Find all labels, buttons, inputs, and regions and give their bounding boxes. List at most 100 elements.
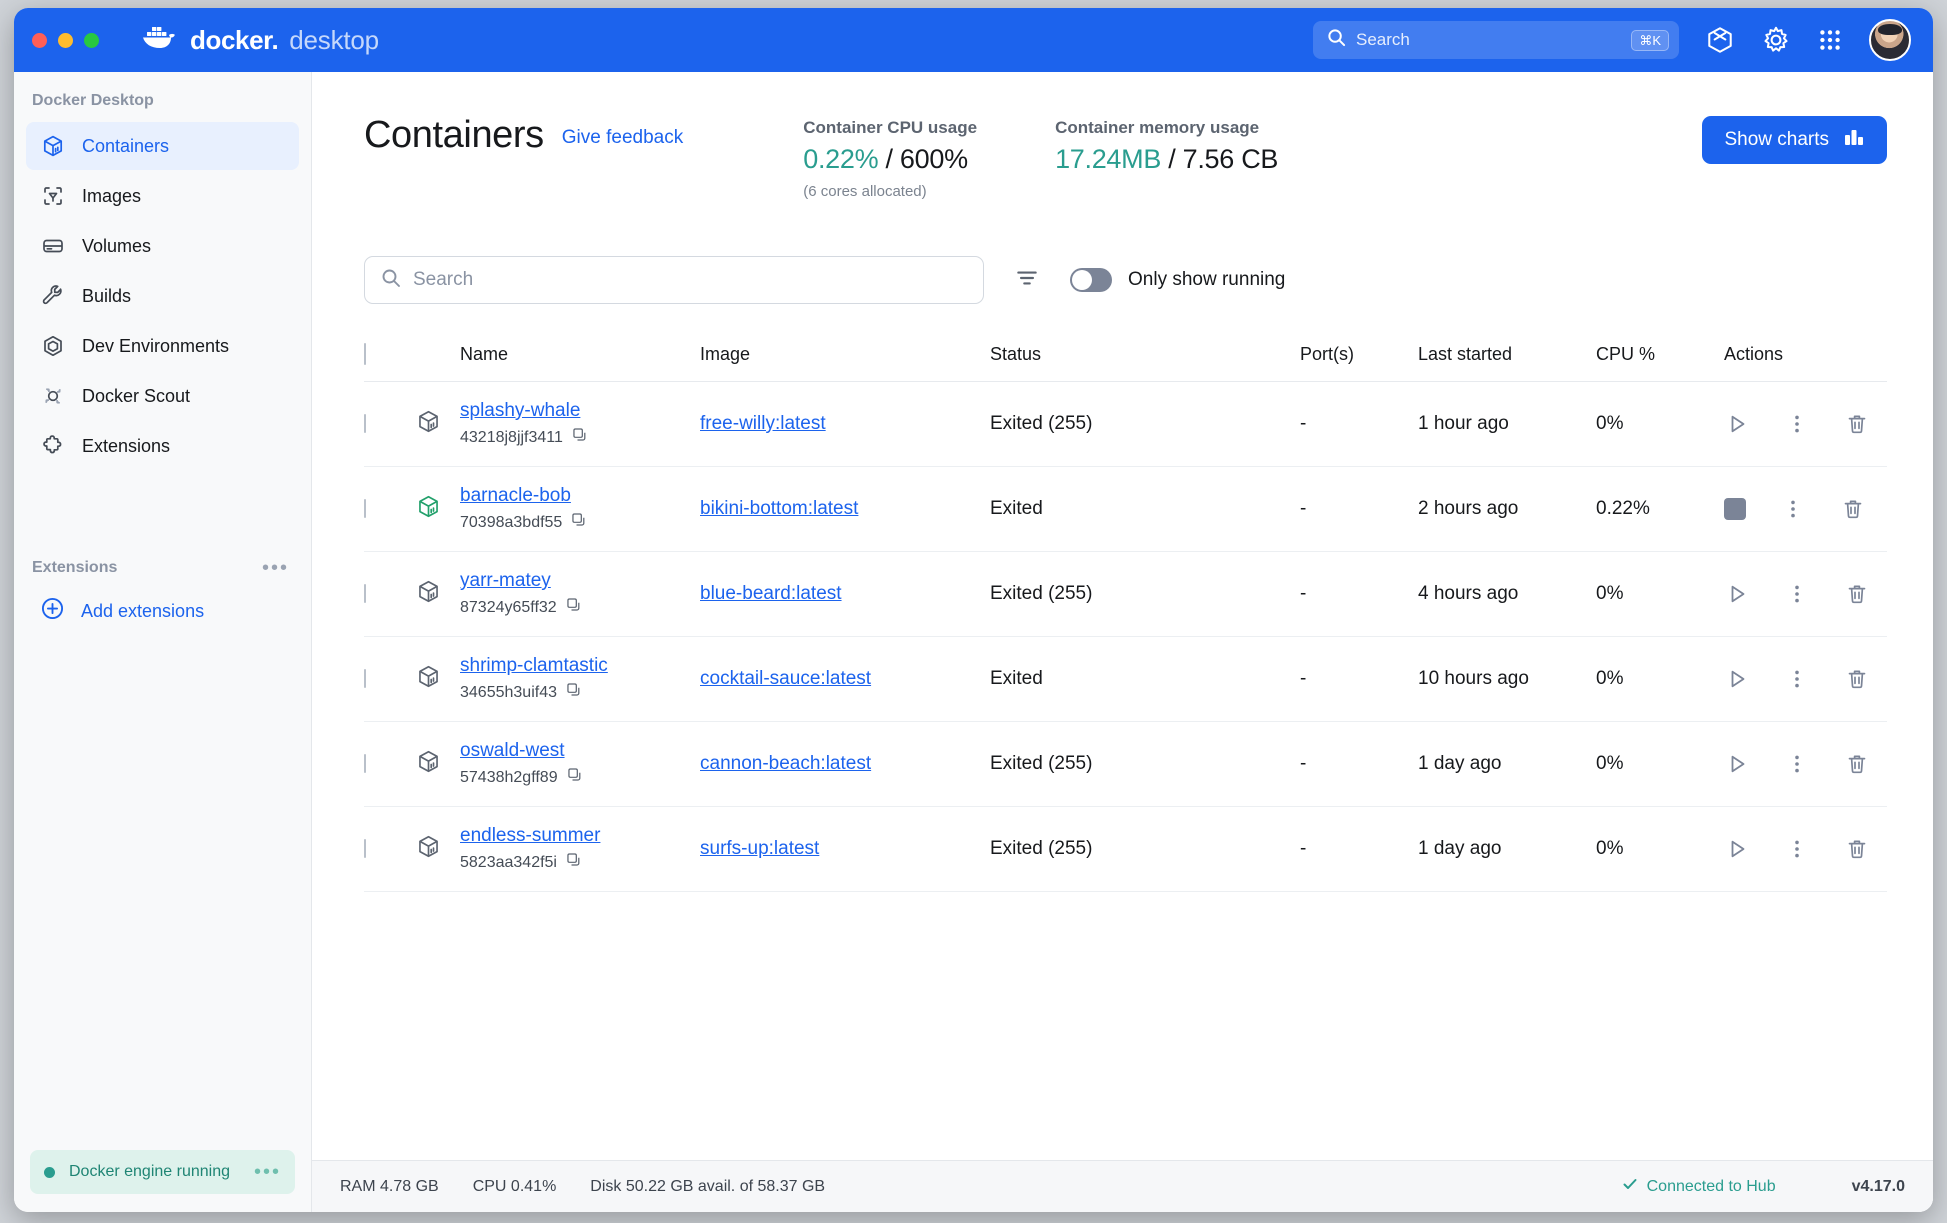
copy-icon[interactable] bbox=[566, 682, 582, 703]
stop-container-button[interactable] bbox=[1724, 498, 1746, 520]
start-container-button[interactable] bbox=[1724, 411, 1750, 437]
avatar[interactable] bbox=[1869, 19, 1911, 61]
status-bar: RAM 4.78 GB CPU 0.41% Disk 50.22 GB avai… bbox=[312, 1160, 1933, 1212]
filter-icon[interactable] bbox=[1014, 265, 1040, 296]
docker-desktop-window: docker. desktop Search ⌘K Docker Desktop… bbox=[14, 8, 1933, 1212]
row-more-options-icon[interactable] bbox=[1784, 581, 1810, 607]
sidebar-item-label: Builds bbox=[82, 285, 132, 306]
extensions-more-icon[interactable]: ••• bbox=[262, 558, 289, 578]
engine-more-icon[interactable]: ••• bbox=[254, 1162, 281, 1182]
table-row[interactable]: yarr-matey 87324y65ff32 blue-beard:latest E… bbox=[364, 551, 1887, 637]
stat-separator: / bbox=[1161, 144, 1183, 174]
row-more-options-icon[interactable] bbox=[1784, 666, 1810, 692]
sidebar-item-images[interactable]: Images bbox=[26, 172, 299, 220]
sidebar-item-volumes[interactable]: Volumes bbox=[26, 222, 299, 270]
row-more-options-icon[interactable] bbox=[1780, 496, 1806, 522]
connected-to-hub[interactable]: Connected to Hub bbox=[1622, 1176, 1776, 1197]
toggle-switch[interactable] bbox=[1070, 268, 1112, 292]
table-row[interactable]: barnacle-bob 70398a3bdf55 bikini-bottom:la… bbox=[364, 466, 1887, 552]
table-row[interactable]: splashy-whale 43218j8jjf3411 free-willy:la… bbox=[364, 381, 1887, 467]
last-started-text: 1 day ago bbox=[1418, 753, 1502, 774]
image-link[interactable]: surfs-up:latest bbox=[700, 838, 819, 859]
start-container-button[interactable] bbox=[1724, 836, 1750, 862]
row-checkbox[interactable] bbox=[364, 754, 366, 773]
col-header-last-started[interactable]: Last started bbox=[1418, 344, 1596, 382]
row-last-started-cell: 1 hour ago bbox=[1418, 381, 1596, 467]
copy-icon[interactable] bbox=[566, 597, 582, 618]
row-more-options-icon[interactable] bbox=[1784, 751, 1810, 777]
row-checkbox[interactable] bbox=[364, 584, 366, 603]
show-charts-button[interactable]: Show charts bbox=[1702, 116, 1887, 164]
container-name-link[interactable]: barnacle-bob bbox=[460, 485, 700, 507]
minimize-window-button[interactable] bbox=[58, 32, 73, 48]
copy-icon[interactable] bbox=[567, 767, 583, 788]
row-checkbox[interactable] bbox=[364, 839, 366, 858]
image-link[interactable]: cocktail-sauce:latest bbox=[700, 668, 871, 689]
col-header-name[interactable]: Name bbox=[460, 344, 700, 382]
container-name-link[interactable]: yarr-matey bbox=[460, 570, 700, 592]
delete-container-button[interactable] bbox=[1840, 496, 1866, 522]
delete-container-button[interactable] bbox=[1844, 411, 1870, 437]
container-search-input[interactable]: Search bbox=[364, 256, 984, 304]
row-actions-cell bbox=[1724, 381, 1887, 467]
table-row[interactable]: shrimp-clamtastic 34655h3uif43 cocktail-sa… bbox=[364, 636, 1887, 722]
copy-icon[interactable] bbox=[566, 852, 582, 873]
col-header-cpu[interactable]: CPU % bbox=[1596, 344, 1724, 382]
docker-engine-status[interactable]: Docker engine running ••• bbox=[30, 1150, 295, 1194]
sidebar-item-extensions[interactable]: Extensions bbox=[26, 422, 299, 470]
delete-container-button[interactable] bbox=[1844, 581, 1870, 607]
engine-status-wrap: Docker engine running ••• bbox=[14, 1136, 311, 1212]
gear-icon[interactable] bbox=[1761, 25, 1791, 55]
delete-container-button[interactable] bbox=[1844, 666, 1870, 692]
col-header-ports[interactable]: Port(s) bbox=[1300, 344, 1418, 382]
learning-center-icon[interactable] bbox=[1705, 25, 1735, 55]
only-show-running-toggle[interactable]: Only show running bbox=[1070, 268, 1285, 292]
image-link[interactable]: bikini-bottom:latest bbox=[700, 498, 858, 519]
row-status-cell: Exited (255) bbox=[990, 551, 1300, 637]
add-extensions-button[interactable]: Add extensions bbox=[14, 586, 311, 626]
copy-icon[interactable] bbox=[571, 512, 587, 533]
sidebar-item-containers[interactable]: Containers bbox=[26, 122, 299, 170]
row-actions bbox=[1724, 836, 1887, 862]
start-container-button[interactable] bbox=[1724, 751, 1750, 777]
image-link[interactable]: free-willy:latest bbox=[700, 413, 826, 434]
sidebar-item-builds[interactable]: Builds bbox=[26, 272, 299, 320]
sidebar-item-docker-scout[interactable]: Docker Scout bbox=[26, 372, 299, 420]
image-link[interactable]: cannon-beach:latest bbox=[700, 753, 871, 774]
start-container-button[interactable] bbox=[1724, 666, 1750, 692]
container-id-text: 70398a3bdf55 bbox=[460, 513, 563, 531]
footer-cpu: CPU 0.41% bbox=[472, 1177, 557, 1195]
start-container-button[interactable] bbox=[1724, 581, 1750, 607]
row-checkbox[interactable] bbox=[364, 414, 366, 433]
delete-container-button[interactable] bbox=[1844, 836, 1870, 862]
copy-icon[interactable] bbox=[572, 427, 588, 448]
delete-container-button[interactable] bbox=[1844, 751, 1870, 777]
row-more-options-icon[interactable] bbox=[1784, 411, 1810, 437]
ports-text: - bbox=[1300, 498, 1307, 519]
table-row[interactable]: oswald-west 57438h2gff89 cannon-beach:late… bbox=[364, 721, 1887, 807]
row-last-started-cell: 1 day ago bbox=[1418, 721, 1596, 807]
container-name-link[interactable]: shrimp-clamtastic bbox=[460, 655, 700, 677]
row-checkbox[interactable] bbox=[364, 499, 366, 518]
give-feedback-link[interactable]: Give feedback bbox=[562, 127, 683, 149]
row-more-options-icon[interactable] bbox=[1784, 836, 1810, 862]
image-link[interactable]: blue-beard:latest bbox=[700, 583, 842, 604]
col-header-status[interactable]: Status bbox=[990, 344, 1300, 382]
sidebar: Docker Desktop Containers Images Volumes… bbox=[14, 72, 312, 1212]
select-all-checkbox[interactable] bbox=[364, 343, 366, 365]
app-grid-icon[interactable] bbox=[1817, 27, 1843, 53]
container-name-link[interactable]: splashy-whale bbox=[460, 400, 700, 422]
global-search-input[interactable]: Search ⌘K bbox=[1313, 21, 1679, 59]
container-name-link[interactable]: oswald-west bbox=[460, 740, 700, 762]
app-version: v4.17.0 bbox=[1851, 1177, 1905, 1195]
maximize-window-button[interactable] bbox=[84, 32, 99, 48]
container-name-link[interactable]: endless-summer bbox=[460, 825, 700, 847]
close-window-button[interactable] bbox=[32, 32, 47, 48]
row-checkbox[interactable] bbox=[364, 669, 366, 688]
row-actions-cell bbox=[1724, 721, 1887, 807]
sidebar-item-dev-environments[interactable]: Dev Environments bbox=[26, 322, 299, 370]
window-controls bbox=[32, 32, 99, 48]
col-header-image[interactable]: Image bbox=[700, 344, 990, 382]
row-actions-cell bbox=[1724, 466, 1887, 552]
table-row[interactable]: endless-summer 5823aa342f5i surfs-up:lates… bbox=[364, 806, 1887, 892]
